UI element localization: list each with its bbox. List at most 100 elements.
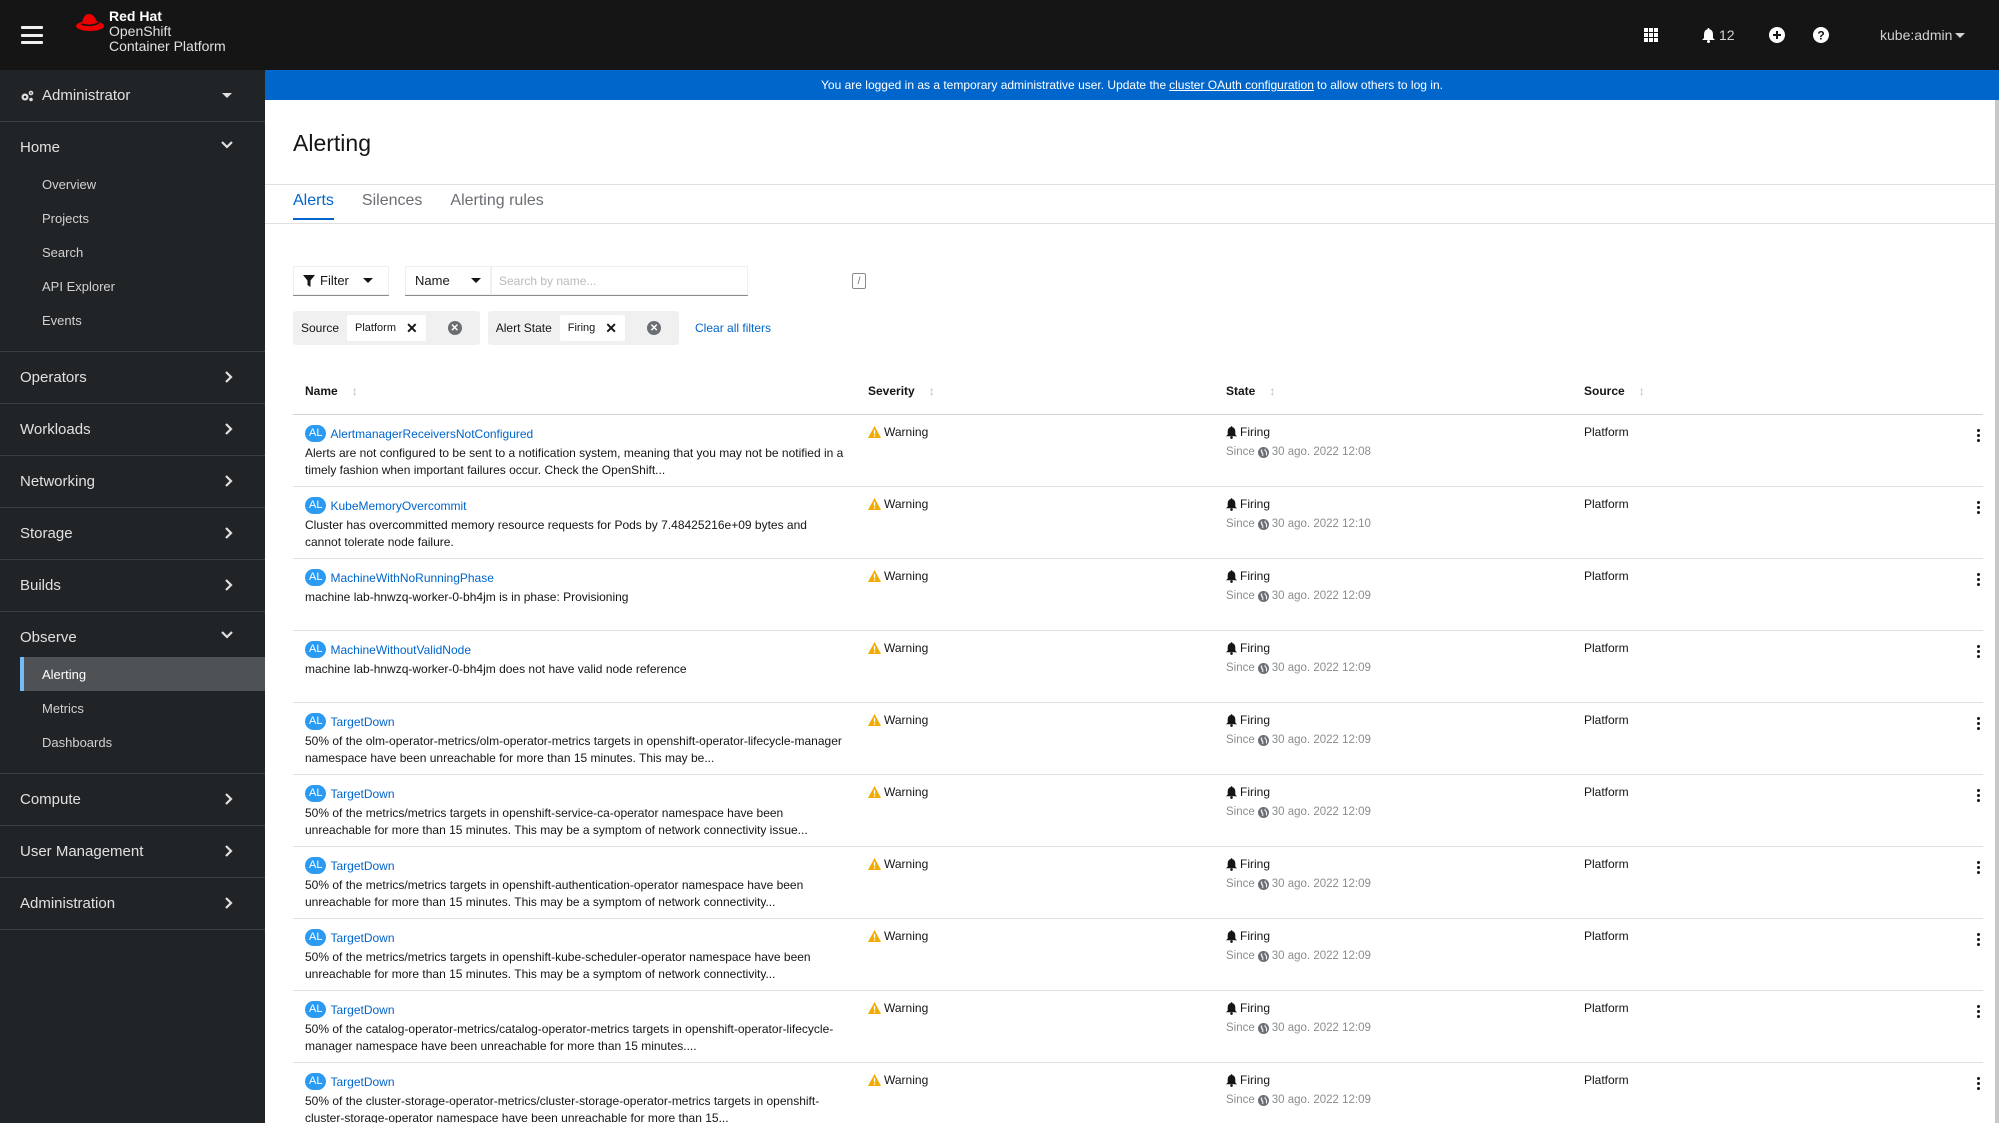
state-label: Firing <box>1240 569 1271 583</box>
remove-chip-icon[interactable]: ✕ <box>406 320 418 337</box>
chip-label: Platform <box>355 322 396 334</box>
kebab-menu-icon[interactable] <box>1973 1077 1983 1090</box>
close-chip-group-icon[interactable]: ✕ <box>647 321 662 335</box>
notification-drawer-button[interactable]: 12 <box>1702 27 1735 43</box>
keyboard-shortcut-hint: / <box>852 273 866 289</box>
kebab-menu-icon[interactable] <box>1973 789 1983 802</box>
table-row: AL TargetDown 50% of the metrics/metrics… <box>293 847 1983 919</box>
state-label: Firing <box>1240 425 1271 439</box>
nav-administration-toggle[interactable]: Administration <box>0 878 265 929</box>
severity-label: Warning <box>884 569 929 583</box>
hamburger-menu-icon[interactable] <box>21 26 43 44</box>
severity-label: Warning <box>884 785 929 799</box>
severity-cell: Warning <box>868 425 928 439</box>
kebab-menu-icon[interactable] <box>1973 1005 1983 1018</box>
warning-triangle-icon <box>868 570 881 582</box>
severity-label: Warning <box>884 1001 929 1015</box>
nav-observe-toggle[interactable]: Observe <box>0 612 265 663</box>
kebab-menu-icon[interactable] <box>1973 573 1983 586</box>
state-cell: Firing Since 30 ago. 2022 12:09 <box>1226 641 1371 674</box>
cluster-oauth-link[interactable]: cluster OAuth configuration <box>1169 78 1314 92</box>
tab-alerting-rules[interactable]: Alerting rules <box>450 192 543 220</box>
column-header-name[interactable]: Name ↕ <box>305 384 845 398</box>
tab-silences[interactable]: Silences <box>362 192 422 220</box>
severity-label: Warning <box>884 929 929 943</box>
nav-compute-toggle[interactable]: Compute <box>0 774 265 825</box>
column-header-state[interactable]: State ↕ <box>1226 384 1275 398</box>
nav-section-builds: Builds <box>0 560 265 612</box>
app-launcher-icon[interactable] <box>1644 28 1658 42</box>
cogs-icon <box>20 90 34 102</box>
column-header-source[interactable]: Source ↕ <box>1584 384 1645 398</box>
nav-operators-toggle[interactable]: Operators <box>0 352 265 403</box>
nav-section-label: Home <box>20 139 61 156</box>
nav-item-metrics[interactable]: Metrics <box>0 691 265 725</box>
alert-name-link[interactable]: AL AlertmanagerReceiversNotConfigured <box>305 425 845 442</box>
nav-workloads-toggle[interactable]: Workloads <box>0 404 265 455</box>
nav-item-events[interactable]: Events <box>0 303 265 337</box>
alert-description: Cluster has overcommitted memory resourc… <box>305 518 807 549</box>
nav-home-toggle[interactable]: Home <box>0 122 265 173</box>
caret-down-icon <box>362 278 373 283</box>
nav-networking-toggle[interactable]: Networking <box>0 456 265 507</box>
perspective-switcher[interactable]: Administrator <box>0 70 265 122</box>
kebab-menu-icon[interactable] <box>1973 717 1983 730</box>
kebab-menu-icon[interactable] <box>1973 933 1983 946</box>
kebab-menu-icon[interactable] <box>1973 861 1983 874</box>
import-yaml-plus-icon[interactable] <box>1769 27 1785 43</box>
alert-name-link[interactable]: AL TargetDown <box>305 857 845 874</box>
main-content: Alerting Alerts Silences Alerting rules … <box>265 100 1995 1123</box>
alert-name-link[interactable]: AL TargetDown <box>305 785 845 802</box>
nav-user-management-toggle[interactable]: User Management <box>0 826 265 877</box>
page-scrollbar[interactable] <box>1995 100 1999 1123</box>
nav-section-label: Builds <box>20 577 61 594</box>
alert-name-link[interactable]: AL TargetDown <box>305 1073 845 1090</box>
tab-alerts[interactable]: Alerts <box>293 192 334 220</box>
brand-logo[interactable]: Red Hat OpenShift Container Platform <box>75 9 226 61</box>
remove-chip-icon[interactable]: ✕ <box>605 320 617 337</box>
nav-storage-toggle[interactable]: Storage <box>0 508 265 559</box>
alert-badge: AL <box>305 497 327 514</box>
nav-builds-toggle[interactable]: Builds <box>0 560 265 611</box>
alert-name-link[interactable]: AL TargetDown <box>305 929 845 946</box>
alert-name-link[interactable]: AL TargetDown <box>305 713 845 730</box>
nav-item-search[interactable]: Search <box>0 235 265 269</box>
nav-item-api-explorer[interactable]: API Explorer <box>0 269 265 303</box>
nav-section-observe: Observe Alerting Metrics Dashboards <box>0 612 265 774</box>
filter-dropdown[interactable]: Filter <box>293 266 389 296</box>
column-label: Name <box>305 384 338 398</box>
name-attribute-select[interactable]: Name <box>405 266 491 296</box>
table-row: AL AlertmanagerReceiversNotConfigured Al… <box>293 415 1983 487</box>
user-menu-toggle[interactable]: kube:admin <box>1880 27 1990 43</box>
warning-triangle-icon <box>868 858 881 870</box>
alert-name-link[interactable]: AL KubeMemoryOvercommit <box>305 497 845 514</box>
sort-icon: ↕ <box>1638 384 1645 398</box>
alert-description: machine lab-hnwzq-worker-0-bh4jm is in p… <box>305 590 629 604</box>
nav-section-user-management: User Management <box>0 826 265 878</box>
since-label: Since <box>1226 446 1255 458</box>
nav-item-overview[interactable]: Overview <box>0 167 265 201</box>
kebab-menu-icon[interactable] <box>1973 429 1983 442</box>
source-cell: Platform <box>1584 425 1629 439</box>
table-header: Name ↕ Severity ↕ State ↕ Source ↕ <box>293 368 1983 415</box>
state-cell: Firing Since 30 ago. 2022 12:09 <box>1226 713 1371 746</box>
alert-badge: AL <box>305 641 327 658</box>
close-chip-group-icon[interactable]: ✕ <box>447 321 462 335</box>
nav-item-dashboards[interactable]: Dashboards <box>0 725 265 759</box>
severity-cell: Warning <box>868 641 928 655</box>
nav-item-alerting[interactable]: Alerting <box>20 657 265 691</box>
alert-name-link[interactable]: AL MachineWithNoRunningPhase <box>305 569 845 586</box>
search-by-name-input[interactable] <box>491 266 748 296</box>
clear-all-filters-button[interactable]: Clear all filters <box>695 321 771 335</box>
column-header-severity[interactable]: Severity ↕ <box>868 384 935 398</box>
alert-name-link[interactable]: AL MachineWithoutValidNode <box>305 641 845 658</box>
since-label: Since <box>1226 806 1255 818</box>
kebab-menu-icon[interactable] <box>1973 645 1983 658</box>
globe-icon <box>1257 806 1269 818</box>
alert-description: Alerts are not configured to be sent to … <box>305 446 844 477</box>
nav-item-projects[interactable]: Projects <box>0 201 265 235</box>
kebab-menu-icon[interactable] <box>1973 501 1983 514</box>
state-cell: Firing Since 30 ago. 2022 12:09 <box>1226 785 1371 818</box>
alert-name-link[interactable]: AL TargetDown <box>305 1001 845 1018</box>
help-question-icon[interactable]: ? <box>1813 27 1829 43</box>
